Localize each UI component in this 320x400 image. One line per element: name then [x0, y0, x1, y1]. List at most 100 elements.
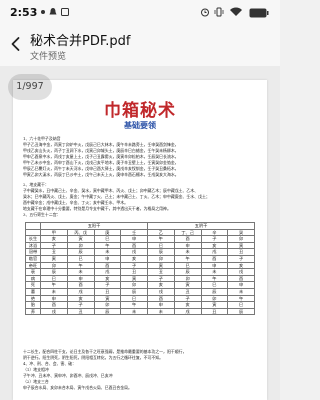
table-cell: 巳: [93, 235, 122, 243]
table-cell: 寅: [40, 254, 68, 263]
table-cell: 未: [120, 307, 148, 316]
table-cell: 子: [147, 274, 175, 283]
table-cell: 壬: [120, 228, 148, 237]
vibrate-icon: [214, 7, 224, 17]
table-cell: 丑: [200, 307, 229, 316]
table-cell: 寅: [147, 261, 175, 270]
pdf-page[interactable]: 巾箱秘术 基础要领 1、六十花甲子及纳音 甲子乙丑海中金，丙寅丁卯炉中火，戊辰己…: [13, 80, 267, 400]
table-cell: 五阳干: [40, 222, 148, 230]
table-cell: 酉: [40, 301, 68, 309]
table-cell: 午: [66, 261, 95, 270]
table-cell: 申: [40, 294, 68, 303]
table-cell: 酉: [200, 254, 229, 263]
table-cell: 午: [173, 254, 202, 263]
status-bar: 2:53: [0, 0, 280, 26]
table-cell: 辰: [40, 268, 68, 276]
table-cell: 未: [93, 248, 122, 256]
table-cell: 病: [25, 274, 41, 283]
table-cell: 寅: [93, 294, 122, 303]
table-cell: 养: [25, 307, 41, 316]
table-cell: 午: [227, 294, 255, 303]
table-row: 冠带丑辰未戌辰未戌丑: [25, 248, 255, 256]
table-cell: 午: [40, 281, 68, 289]
table-cell: 卯: [147, 254, 175, 263]
battery-icon: [249, 8, 269, 18]
table-cell: 申: [66, 274, 95, 283]
table-cell: 亥: [40, 235, 68, 243]
app-bar: 秘术合并PDF.pdf 文件预览: [0, 26, 280, 66]
alarm-icon: [201, 8, 209, 17]
pdf-viewer[interactable]: 巾箱秘术 基础要领 1、六十花甲子及纳音 甲子乙丑海中金，丙寅丁卯炉中火，戊辰己…: [0, 66, 280, 400]
table-cell: 子: [227, 254, 255, 263]
table-cell: 胎: [25, 301, 41, 309]
table-cell: 丑: [93, 287, 122, 296]
table-row: 临官寅巳申亥卯午酉子: [25, 254, 255, 263]
table-cell: 死: [25, 281, 41, 289]
table-cell: 戌: [66, 287, 95, 296]
table-cell: 辰: [93, 307, 122, 316]
table-cell: 午: [120, 301, 148, 309]
table-header-row: 五阳干 五阴干: [25, 222, 255, 230]
wifi-icon: [230, 7, 242, 16]
table-cell: 子: [93, 281, 122, 289]
table-row: 死午酉子卯亥寅巳申: [25, 281, 255, 289]
table-cell: 巳: [147, 241, 175, 250]
table-cell: 卯: [120, 281, 148, 289]
table-cell: 临官: [25, 254, 41, 263]
document-subtitle: 基础要领: [124, 120, 156, 130]
table-cell: 辰: [200, 287, 229, 296]
table-cell: 未: [147, 307, 175, 316]
table-cell: 寅: [200, 301, 229, 309]
table-cell: 亥: [120, 254, 148, 263]
table-cell: 戌: [227, 268, 255, 276]
table-header-row: 甲丙、戊庚壬乙丁、己辛癸: [25, 228, 255, 237]
table-cell: 丁、己: [173, 228, 202, 237]
table-cell: 巳: [173, 261, 202, 270]
table-cell: 亥: [147, 281, 175, 289]
table-cell: 亥: [66, 294, 95, 303]
table-cell: 戌: [173, 307, 202, 316]
table-cell: 未: [66, 268, 95, 276]
table-cell: 癸: [227, 228, 255, 237]
table-cell: 子: [40, 241, 68, 250]
screen-icon: [61, 8, 69, 16]
table-cell: 子: [66, 301, 95, 309]
table-cell: 卯: [200, 294, 229, 303]
table-cell: 酉: [120, 241, 148, 250]
table-cell: 戌: [93, 268, 122, 276]
table-cell: 丑: [227, 248, 255, 256]
table-cell: 寅: [66, 235, 95, 243]
table-cell: 午: [147, 235, 175, 243]
table-cell: 酉: [147, 294, 175, 303]
table-cell: 亥: [173, 301, 202, 309]
table-cell: [25, 228, 41, 237]
table-cell: 丑: [147, 268, 175, 276]
table-cell: 卯: [227, 235, 255, 243]
table-cell: 寅: [173, 281, 202, 289]
table-cell: 庚: [93, 228, 122, 237]
table-row: 胎酉子卯午申亥寅巳: [25, 301, 255, 309]
table-cell: 申: [93, 254, 122, 263]
table-cell: 巳: [120, 294, 148, 303]
table-cell: 戌: [200, 248, 229, 256]
table-cell: 辰: [120, 287, 148, 296]
section-sexagenary-cycle: 1、六十花甲子及纳音 甲子乙丑海中金，丙寅丁卯炉中火，戊辰己巳大林木，庚午辛未路…: [23, 136, 257, 178]
arrow-left-icon[interactable]: [8, 36, 24, 52]
table-cell: 乙: [147, 228, 175, 237]
table-cell: 卯: [173, 274, 202, 283]
file-subtitle: 文件预览: [30, 52, 67, 62]
table-cell: 戌: [120, 248, 148, 256]
page-indicator: 1/997: [8, 74, 52, 100]
table-cell: 寅: [227, 241, 255, 250]
clock: 2:53: [10, 6, 38, 19]
table-cell: 丑: [120, 268, 148, 276]
table-cell: 绝: [25, 294, 41, 303]
table-cell: 未: [173, 248, 202, 256]
table-cell: 子: [120, 261, 148, 270]
table-cell: 戌: [40, 307, 68, 316]
table-cell: 巳: [40, 274, 68, 283]
table-cell: 辰: [66, 248, 95, 256]
table-row: 帝旺卯午酉子寅巳申亥: [25, 261, 255, 270]
table-cell: 酉: [227, 274, 255, 283]
table-cell: 申: [227, 281, 255, 289]
